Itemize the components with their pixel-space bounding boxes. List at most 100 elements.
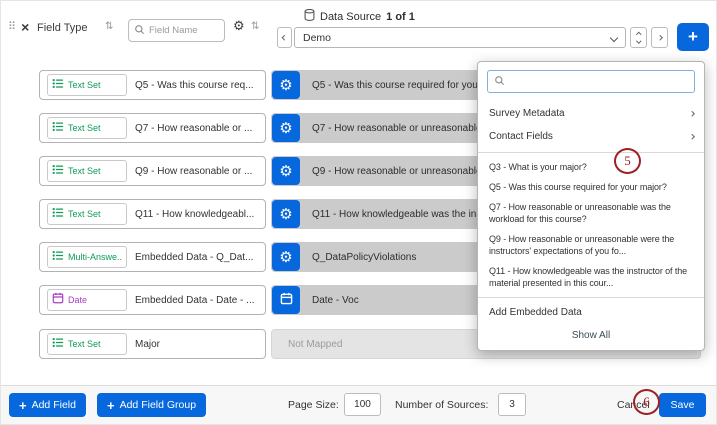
add-field-group-label: Add Field Group bbox=[120, 399, 196, 411]
drag-handle-icon[interactable]: ⠿ bbox=[8, 22, 16, 33]
field-row[interactable]: Text Set Q9 - How reasonable or ... bbox=[39, 156, 266, 186]
popup-option[interactable]: Q7 - How reasonable or unreasonable was … bbox=[478, 197, 704, 229]
plus-icon: + bbox=[107, 399, 115, 412]
field-mapper-window: ⠿ × Field Type ⇅ ⚙ ⇅ Data Source 1 of 1 … bbox=[0, 0, 717, 425]
chevron-down-icon bbox=[610, 33, 618, 41]
field-type-chip: Text Set bbox=[47, 117, 127, 139]
mapped-field-label: Q11 - How knowledgeable was the instruc bbox=[312, 209, 498, 220]
save-button[interactable]: Save bbox=[659, 393, 706, 417]
popup-group-contact-fields[interactable]: Contact Fields bbox=[478, 125, 704, 148]
date-map-button[interactable] bbox=[272, 286, 300, 314]
field-row[interactable]: Text Set Q5 - Was this course req... bbox=[39, 70, 266, 100]
group-label: Survey Metadata bbox=[489, 108, 565, 119]
add-embedded-data-item[interactable]: Add Embedded Data bbox=[478, 302, 704, 322]
mapped-field-label: Q7 - How reasonable or unreasonable wa bbox=[312, 123, 497, 134]
page-size-input[interactable] bbox=[344, 393, 381, 416]
field-type-chip: Multi-Answe... bbox=[47, 246, 127, 268]
data-source-icon bbox=[304, 9, 315, 24]
chevron-right-icon bbox=[689, 111, 694, 116]
field-row[interactable]: Date Embedded Data - Date - ... bbox=[39, 285, 266, 315]
search-icon bbox=[494, 73, 505, 91]
field-name-label: Q9 - How reasonable or ... bbox=[135, 166, 252, 177]
map-settings-button[interactable]: ⚙ bbox=[272, 114, 300, 142]
field-row[interactable]: Text Set Q7 - How reasonable or ... bbox=[39, 113, 266, 143]
field-name-search-input[interactable] bbox=[149, 25, 217, 36]
chevron-up-icon bbox=[636, 32, 641, 37]
popup-option[interactable]: Q3 - What is your major? bbox=[478, 157, 704, 177]
field-type-chip: Date bbox=[47, 289, 127, 311]
save-label: Save bbox=[671, 399, 695, 411]
gear-icon: ⚙ bbox=[279, 78, 292, 93]
map-settings-button[interactable]: ⚙ bbox=[272, 71, 300, 99]
plus-icon: + bbox=[19, 399, 27, 412]
divider bbox=[478, 152, 704, 153]
field-type-chip: Text Set bbox=[47, 203, 127, 225]
add-field-group-button[interactable]: + Add Field Group bbox=[97, 393, 206, 417]
add-source-button[interactable]: + bbox=[677, 23, 709, 51]
next-source-button[interactable] bbox=[651, 27, 668, 48]
field-type-label: Date bbox=[68, 295, 87, 305]
text-set-icon bbox=[52, 335, 64, 353]
annotation-step-6: 6 bbox=[633, 389, 660, 415]
previous-source-button[interactable] bbox=[277, 27, 292, 48]
gear-icon: ⚙ bbox=[279, 121, 292, 136]
source-select-value: Demo bbox=[303, 32, 331, 44]
chevron-right-icon bbox=[689, 134, 694, 139]
popup-search-input[interactable] bbox=[509, 76, 688, 87]
reorder-source-button[interactable] bbox=[630, 27, 647, 48]
sort-icon[interactable]: ⇅ bbox=[105, 22, 113, 32]
field-type-label: Text Set bbox=[68, 123, 101, 133]
field-name-label: Q5 - Was this course req... bbox=[135, 80, 254, 91]
field-type-label: Text Set bbox=[68, 339, 101, 349]
field-name-search[interactable] bbox=[128, 19, 225, 42]
number-of-sources-input[interactable] bbox=[498, 393, 526, 416]
map-settings-button[interactable]: ⚙ bbox=[272, 157, 300, 185]
annotation-step-5: 5 bbox=[614, 148, 641, 174]
popup-option[interactable]: Q9 - How reasonable or unreasonable were… bbox=[478, 229, 704, 261]
text-set-icon bbox=[52, 119, 64, 137]
close-icon[interactable]: × bbox=[21, 20, 29, 34]
map-settings-button[interactable]: ⚙ bbox=[272, 200, 300, 228]
data-source-count: 1 of 1 bbox=[386, 11, 415, 23]
add-field-label: Add Field bbox=[32, 399, 76, 411]
add-field-button[interactable]: + Add Field bbox=[9, 393, 86, 417]
search-icon bbox=[134, 22, 145, 40]
field-type-label: Text Set bbox=[68, 80, 101, 90]
chevron-down-icon bbox=[636, 38, 641, 43]
field-type-label: Text Set bbox=[68, 166, 101, 176]
field-type-column-header: Field Type bbox=[37, 22, 88, 34]
gear-icon[interactable]: ⚙ bbox=[233, 19, 245, 32]
show-all-link[interactable]: Show All bbox=[478, 324, 704, 346]
calendar-icon bbox=[52, 291, 64, 309]
field-row[interactable]: Text Set Q11 - How knowledgeabl... bbox=[39, 199, 266, 229]
multi-answer-icon bbox=[52, 248, 64, 266]
field-name-label: Q7 - How reasonable or ... bbox=[135, 123, 252, 134]
text-set-icon bbox=[52, 205, 64, 223]
field-type-chip: Text Set bbox=[47, 333, 127, 355]
field-name-label: Q11 - How knowledgeabl... bbox=[135, 209, 254, 220]
popup-option[interactable]: Q5 - Was this course required for your m… bbox=[478, 177, 704, 197]
field-type-chip: Text Set bbox=[47, 74, 127, 96]
field-row[interactable]: Text Set Major bbox=[39, 329, 266, 359]
mapped-field-label: Date - Voc bbox=[312, 295, 359, 306]
map-settings-button[interactable]: ⚙ bbox=[272, 243, 300, 271]
unmapped-label: Not Mapped bbox=[288, 339, 342, 350]
gear-icon: ⚙ bbox=[279, 207, 292, 222]
field-row[interactable]: Multi-Answe... Embedded Data - Q_Dat... bbox=[39, 242, 266, 272]
popup-group-survey-metadata[interactable]: Survey Metadata bbox=[478, 102, 704, 125]
sort-icon[interactable]: ⇅ bbox=[251, 22, 259, 32]
gear-icon: ⚙ bbox=[279, 250, 292, 265]
calendar-icon bbox=[280, 292, 293, 308]
field-name-label: Major bbox=[135, 339, 160, 350]
mapped-field-label: Q9 - How reasonable or unreasonable we bbox=[312, 166, 497, 177]
text-set-icon bbox=[52, 162, 64, 180]
source-select[interactable]: Demo bbox=[294, 27, 626, 48]
mapped-field-label: Q5 - Was this course required for your m… bbox=[312, 80, 498, 91]
field-type-label: Multi-Answe... bbox=[68, 252, 122, 262]
popup-search[interactable] bbox=[487, 70, 695, 93]
popup-option[interactable]: Q11 - How knowledgeable was the instruct… bbox=[478, 261, 704, 293]
text-set-icon bbox=[52, 76, 64, 94]
mapped-field-label: Q_DataPolicyViolations bbox=[312, 252, 416, 263]
field-name-label: Embedded Data - Q_Dat... bbox=[135, 252, 253, 263]
divider bbox=[478, 297, 704, 298]
